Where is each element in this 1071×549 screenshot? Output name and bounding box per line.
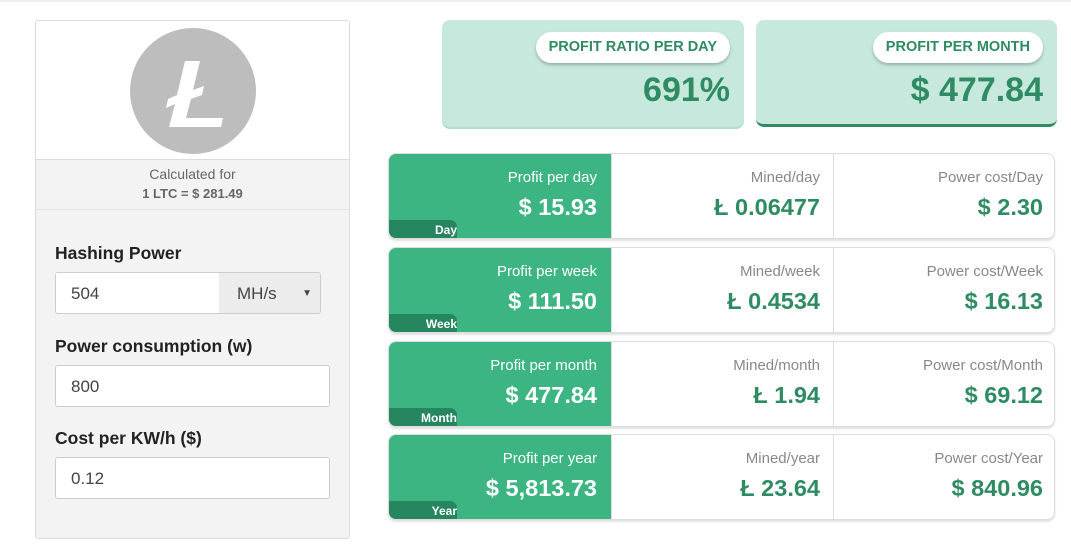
hashing-unit-value: MH/s xyxy=(237,284,277,303)
period-row-month: Profit per month $ 477.84 Month Mined/mo… xyxy=(388,341,1055,427)
power-cost-value: $ 16.13 xyxy=(964,288,1043,314)
litecoin-icon xyxy=(130,28,256,154)
mined-label: Mined/week xyxy=(739,263,820,280)
mined-value: Ł 23.64 xyxy=(740,475,820,501)
power-cost-label: Power cost/Year xyxy=(934,450,1043,467)
period-tab: Week xyxy=(389,314,457,332)
power-cost-label: Power cost/Week xyxy=(926,263,1043,280)
cost-per-kwh-input[interactable]: 0.12 xyxy=(55,457,330,499)
mined-value: Ł 0.4534 xyxy=(727,288,820,314)
profit-value: $ 5,813.73 xyxy=(485,475,597,501)
profit-cell: Profit per month $ 477.84 Month xyxy=(389,342,611,426)
rate-info: Calculated for 1 LTC = $ 281.49 xyxy=(36,160,349,210)
period-tab: Month xyxy=(389,408,457,426)
mined-label: Mined/month xyxy=(733,357,820,374)
period-tab: Year xyxy=(389,501,457,519)
profit-label: Profit per day xyxy=(507,169,597,186)
hashing-power-label: Hashing Power xyxy=(55,243,182,263)
profit-label: Profit per year xyxy=(502,450,597,467)
mined-cell: Mined/day Ł 0.06477 xyxy=(611,154,833,238)
hashing-power-input[interactable]: 504 xyxy=(55,272,220,314)
profit-cell: Profit per year $ 5,813.73 Year xyxy=(389,435,611,519)
top-divider xyxy=(0,0,1071,2)
chevron-down-icon: ▼ xyxy=(302,288,312,299)
calculated-for-label: Calculated for xyxy=(149,166,236,182)
profit-value: $ 477.84 xyxy=(505,382,597,408)
mined-label: Mined/year xyxy=(745,450,820,467)
mined-cell: Mined/week Ł 0.4534 xyxy=(611,248,833,332)
profit-label: Profit per month xyxy=(490,357,597,374)
calculator-form: Hashing Power 504 MH/s ▼ Power consumpti… xyxy=(36,211,349,538)
period-row-day: Profit per day $ 15.93 Day Mined/day Ł 0… xyxy=(388,153,1055,239)
profit-value: $ 111.50 xyxy=(508,288,597,314)
coin-logo-box xyxy=(36,21,349,160)
power-cost-cell: Power cost/Week $ 16.13 xyxy=(833,248,1054,332)
period-row-week: Profit per week $ 111.50 Week Mined/week… xyxy=(388,247,1055,333)
profit-ratio-badge: PROFIT RATIO PER DAY xyxy=(535,32,730,63)
power-cost-label: Power cost/Month xyxy=(922,357,1043,374)
power-cost-cell: Power cost/Day $ 2.30 xyxy=(833,154,1054,238)
calculator-panel: Calculated for 1 LTC = $ 281.49 Hashing … xyxy=(35,20,350,539)
power-cost-value: $ 2.30 xyxy=(977,194,1043,220)
power-consumption-label: Power consumption (w) xyxy=(55,336,253,356)
power-cost-value: $ 69.12 xyxy=(964,382,1043,408)
profit-month-badge: PROFIT PER MONTH xyxy=(872,32,1043,63)
mined-value: Ł 0.06477 xyxy=(714,194,820,220)
profit-cell: Profit per week $ 111.50 Week xyxy=(389,248,611,332)
power-cost-cell: Power cost/Year $ 840.96 xyxy=(833,435,1054,519)
hashing-unit-select[interactable]: MH/s ▼ xyxy=(219,272,321,314)
profit-value: $ 15.93 xyxy=(518,194,597,220)
power-cost-label: Power cost/Day xyxy=(937,169,1043,186)
mined-cell: Mined/month Ł 1.94 xyxy=(611,342,833,426)
profit-ratio-card: PROFIT RATIO PER DAY 691% xyxy=(442,20,744,127)
period-row-year: Profit per year $ 5,813.73 Year Mined/ye… xyxy=(388,434,1055,520)
period-tab: Day xyxy=(389,220,457,238)
cost-per-kwh-label: Cost per KW/h ($) xyxy=(55,428,202,448)
mined-label: Mined/day xyxy=(750,169,820,186)
profit-month-card: PROFIT PER MONTH $ 477.84 xyxy=(756,20,1057,127)
mined-value: Ł 1.94 xyxy=(753,382,820,408)
profit-cell: Profit per day $ 15.93 Day xyxy=(389,154,611,238)
power-cost-value: $ 840.96 xyxy=(951,475,1043,501)
profit-month-value: $ 477.84 xyxy=(910,71,1043,109)
profit-ratio-value: 691% xyxy=(643,71,730,109)
profit-label: Profit per week xyxy=(496,263,597,280)
exchange-rate: 1 LTC = $ 281.49 xyxy=(142,186,243,201)
mined-cell: Mined/year Ł 23.64 xyxy=(611,435,833,519)
power-cost-cell: Power cost/Month $ 69.12 xyxy=(833,342,1054,426)
power-consumption-input[interactable]: 800 xyxy=(55,365,330,407)
